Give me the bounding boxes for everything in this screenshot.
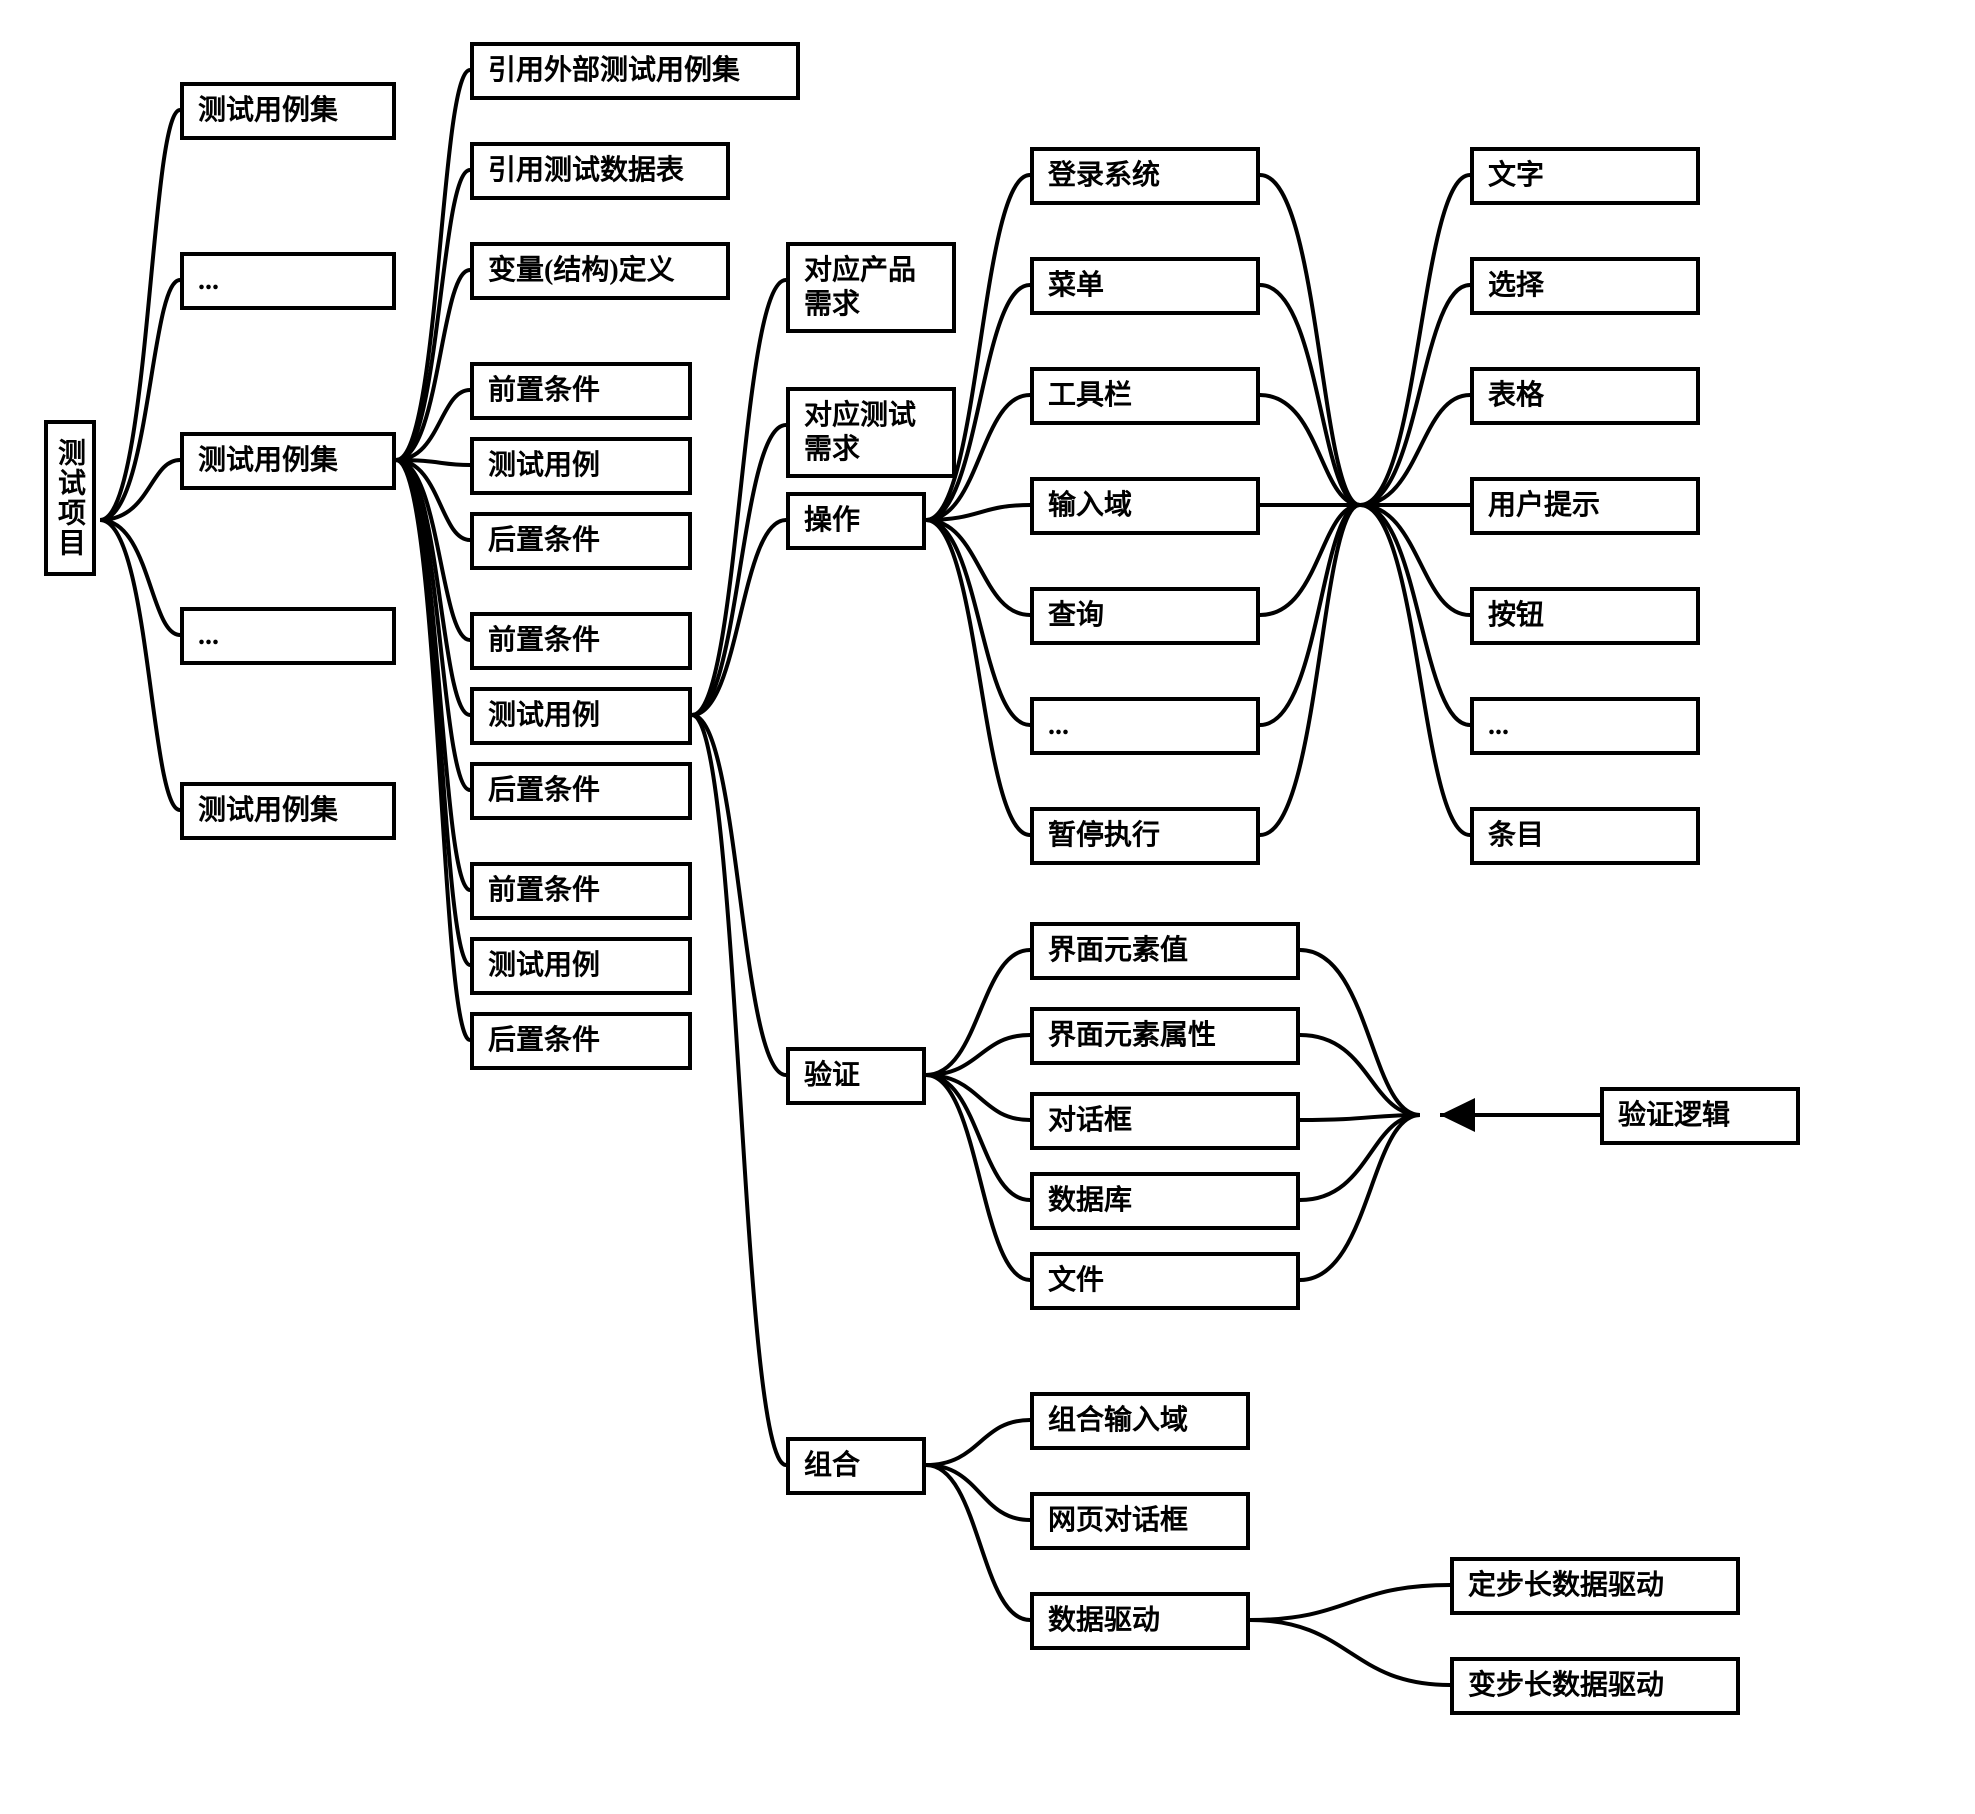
g2-postcondition: 后置条件 (470, 762, 692, 820)
fld-text: 文字 (1470, 147, 1700, 205)
diagram-canvas: 测试项目 测试用例集 ... 测试用例集 ... 测试用例集 引用外部测试用例集… (20, 20, 1975, 1794)
ref-external-testset: 引用外部测试用例集 (470, 42, 800, 100)
g3-testcase: 测试用例 (470, 937, 692, 995)
op-toolbar: 工具栏 (1030, 367, 1260, 425)
op-login-system: 登录系统 (1030, 147, 1260, 205)
g3-postcondition: 后置条件 (470, 1012, 692, 1070)
dd-fixed-step: 定步长数据驱动 (1450, 1557, 1740, 1615)
root-test-project: 测试项目 (44, 420, 96, 576)
operation: 操作 (786, 492, 926, 550)
op-ellipsis: ... (1030, 697, 1260, 755)
v-ui-element-value: 界面元素值 (1030, 922, 1300, 980)
combine: 组合 (786, 1437, 926, 1495)
v-file: 文件 (1030, 1252, 1300, 1310)
op-menu: 菜单 (1030, 257, 1260, 315)
testcase-set-2: 测试用例集 (180, 432, 396, 490)
g3-precondition: 前置条件 (470, 862, 692, 920)
op-pause-exec: 暂停执行 (1030, 807, 1260, 865)
g1-postcondition: 后置条件 (470, 512, 692, 570)
v-ui-element-attr: 界面元素属性 (1030, 1007, 1300, 1065)
g1-precondition: 前置条件 (470, 362, 692, 420)
op-input-field: 输入域 (1030, 477, 1260, 535)
g2-precondition: 前置条件 (470, 612, 692, 670)
testcase-set-1: 测试用例集 (180, 82, 396, 140)
product-requirement: 对应产品需求 (786, 242, 956, 333)
variable-struct-def: 变量(结构)定义 (470, 242, 730, 300)
fld-ellipsis: ... (1470, 697, 1700, 755)
ref-test-data-table: 引用测试数据表 (470, 142, 730, 200)
verify: 验证 (786, 1047, 926, 1105)
fld-table: 表格 (1470, 367, 1700, 425)
c-data-driven: 数据驱动 (1030, 1592, 1250, 1650)
g2-testcase: 测试用例 (470, 687, 692, 745)
verify-logic: 验证逻辑 (1600, 1087, 1800, 1145)
c-combo-input: 组合输入域 (1030, 1392, 1250, 1450)
dd-var-step: 变步长数据驱动 (1450, 1657, 1740, 1715)
fld-button: 按钮 (1470, 587, 1700, 645)
fld-item: 条目 (1470, 807, 1700, 865)
v-database: 数据库 (1030, 1172, 1300, 1230)
g1-testcase: 测试用例 (470, 437, 692, 495)
testcase-set-ellipsis-1: ... (180, 252, 396, 310)
c-web-dialog: 网页对话框 (1030, 1492, 1250, 1550)
testcase-set-3: 测试用例集 (180, 782, 396, 840)
v-dialog: 对话框 (1030, 1092, 1300, 1150)
testcase-set-ellipsis-2: ... (180, 607, 396, 665)
fld-select: 选择 (1470, 257, 1700, 315)
op-query: 查询 (1030, 587, 1260, 645)
test-requirement: 对应测试需求 (786, 387, 956, 478)
fld-user-prompt: 用户提示 (1470, 477, 1700, 535)
